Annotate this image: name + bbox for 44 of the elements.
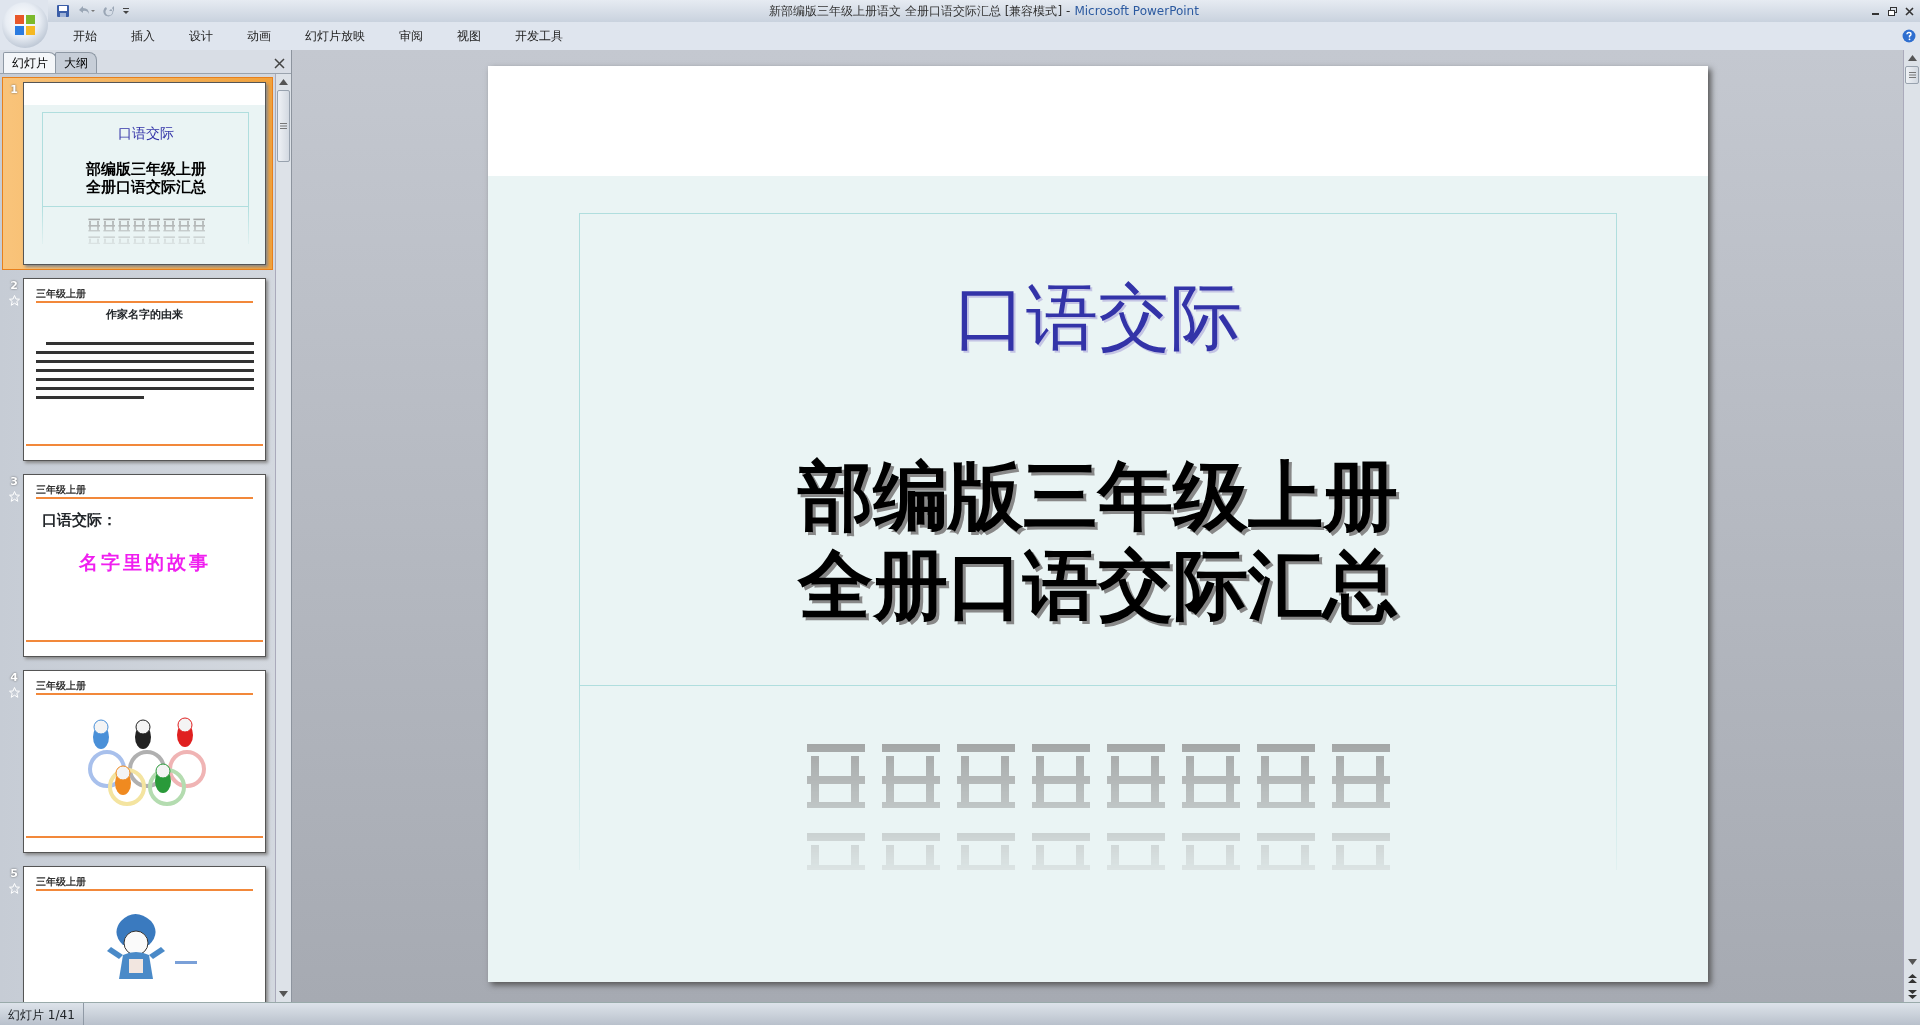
customize-dropdown-icon[interactable] (122, 7, 130, 15)
save-icon[interactable] (56, 4, 70, 18)
title-separator: - (1066, 3, 1071, 20)
panel-tab[interactable]: 幻灯片 (3, 52, 57, 73)
help-icon[interactable] (1902, 29, 1916, 43)
slide-header: 三年级上册 (36, 484, 253, 499)
slide-number: 3 (10, 474, 18, 490)
slide-indicator: 幻灯片 1/41 (0, 1003, 84, 1025)
office-logo-icon (12, 12, 38, 38)
slide-header: 三年级上册 (36, 288, 253, 303)
panel-tab[interactable]: 大纲 (55, 52, 97, 73)
slide-thumbnail[interactable]: 1 口语交际 部编版三年级上册 全册口语交际汇总 (3, 78, 272, 269)
subtitle-line: 全册口语交际汇总 (85, 178, 206, 197)
window-title: 新部编版三年级上册语文 全册口语交际汇总 [兼容模式] (769, 3, 1063, 20)
ribbon-tab[interactable]: 开始 (60, 25, 110, 47)
slide-number: 2 (10, 278, 18, 294)
scroll-thumb[interactable] (277, 90, 290, 162)
app-name: Microsoft PowerPoint (1074, 3, 1199, 20)
subtitle-line: 全册口语交际汇总 (797, 541, 1398, 631)
slide-header: 三年级上册 (36, 876, 253, 891)
ribbon-tab[interactable]: 审阅 (386, 25, 436, 47)
slide-header: 三年级上册 (36, 680, 253, 695)
slide-title: 名字里的故事 (78, 549, 211, 575)
ribbon-tab[interactable]: 开发工具 (502, 25, 576, 47)
ribbon-tab[interactable]: 设计 (176, 25, 226, 47)
ribbon-tab[interactable]: 动画 (234, 25, 284, 47)
slide-title: 作家名字的由来 (105, 307, 184, 323)
slide-title: 口语交际 (953, 274, 1242, 361)
close-icon[interactable] (1903, 6, 1916, 16)
subtitle-line: 部编版三年级上册 (85, 161, 206, 179)
slide-number: 4 (10, 670, 18, 686)
slide-title: 口语交际 (117, 125, 174, 143)
slide-number: 5 (10, 866, 18, 882)
slide-heading: 口语交际： (42, 510, 117, 531)
slide-number: 1 (10, 82, 18, 98)
office-button[interactable] (2, 2, 48, 48)
ribbon-tab[interactable]: 幻灯片放映 (292, 25, 378, 47)
scrollbar[interactable] (1903, 50, 1920, 1002)
subtitle-line: 部编版三年级上册 (797, 452, 1398, 542)
ribbon-tab[interactable]: 视图 (444, 25, 494, 47)
ribbon-tab[interactable]: 插入 (118, 25, 168, 47)
scroll-thumb[interactable] (1905, 66, 1919, 84)
scrollbar[interactable] (275, 74, 291, 1002)
restore-icon[interactable] (1886, 6, 1899, 16)
